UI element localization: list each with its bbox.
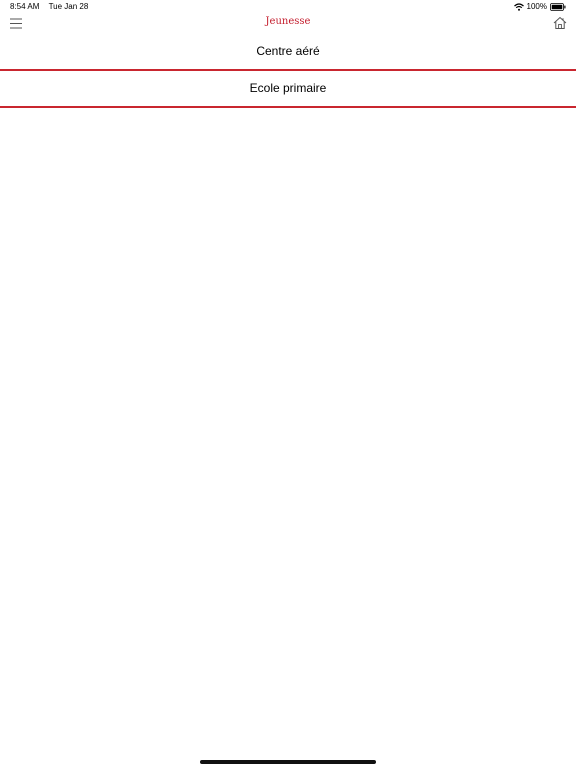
list-item-centre-aere[interactable]: Centre aéré <box>0 34 576 71</box>
status-time: 8:54 AM <box>10 2 40 11</box>
wifi-icon <box>513 3 524 11</box>
home-icon[interactable] <box>553 16 567 30</box>
page-title: Jeunesse <box>265 16 311 27</box>
status-right: 100% <box>513 0 566 14</box>
status-bar: 8:54 AM Tue Jan 28 100% <box>0 0 576 14</box>
status-left: 8:54 AM Tue Jan 28 <box>10 0 88 14</box>
list-item-label: Ecole primaire <box>249 81 327 95</box>
list-item-ecole-primaire[interactable]: Ecole primaire <box>0 71 576 108</box>
battery-percentage: 100% <box>526 2 547 11</box>
home-indicator[interactable] <box>200 760 376 764</box>
nav-bar: Jeunesse <box>0 14 576 34</box>
list-item-label: Centre aéré <box>256 44 320 58</box>
status-date: Tue Jan 28 <box>48 2 89 11</box>
battery-icon <box>550 3 566 11</box>
category-list: Centre aéré Ecole primaire <box>0 34 576 108</box>
